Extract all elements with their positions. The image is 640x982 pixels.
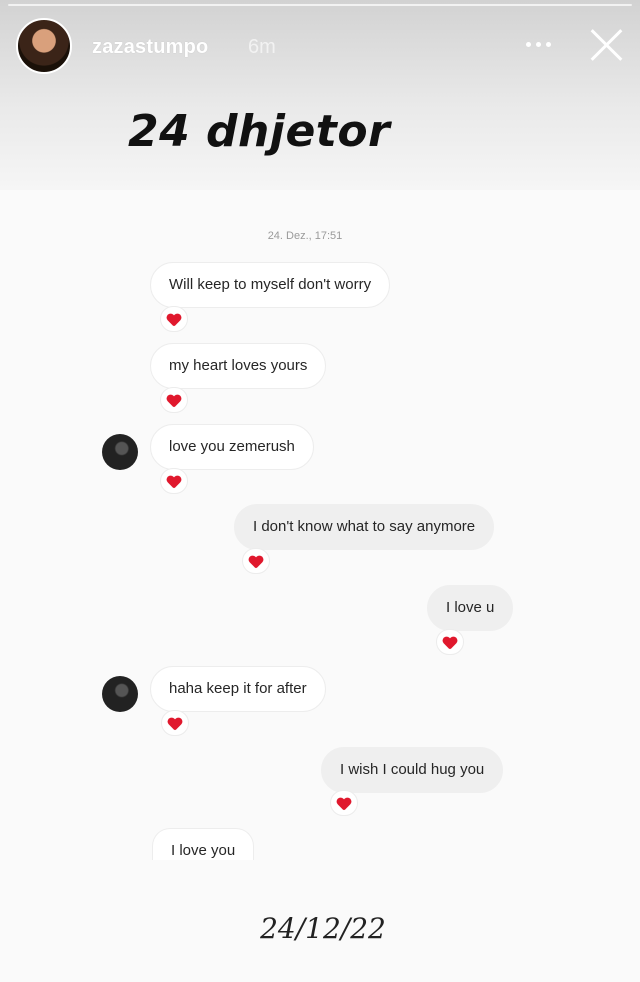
post-time: 6m (248, 36, 276, 58)
heart-icon (160, 306, 188, 332)
message-bubble-sent: I don't know what to say anymore (234, 504, 495, 550)
profile-avatar[interactable] (16, 18, 72, 74)
heart-icon (436, 629, 464, 655)
heart-icon (242, 548, 270, 574)
message-bubble-sent: I love u (427, 585, 514, 631)
heart-icon (161, 710, 189, 736)
close-icon[interactable] (588, 26, 626, 64)
chat-timestamp: 24. Dez., 17:51 (267, 230, 343, 242)
story-title: 24 dhjetor (128, 106, 391, 157)
message-bubble: Will keep to myself don't worry (150, 262, 391, 308)
sender-avatar[interactable] (102, 676, 138, 712)
story-header: zazastumpo 6m (0, 0, 640, 100)
heart-icon (160, 387, 188, 413)
sender-avatar[interactable] (102, 434, 138, 470)
message-bubble: haha keep it for after (150, 666, 326, 712)
message-bubble: love you zemerush (150, 424, 314, 470)
message-bubble-sent: I wish I could hug you (321, 747, 504, 793)
username[interactable]: zazastumpo (92, 36, 208, 59)
message-bubble: I love you (152, 828, 255, 860)
message-bubble: my heart loves yours (150, 343, 327, 389)
story-date-footer: 24/12/22 (260, 912, 386, 945)
story-container: zazastumpo 6m 24 dhjetor 24. Dez., 17:51… (0, 0, 640, 982)
more-options-icon[interactable] (524, 40, 554, 50)
heart-icon (160, 468, 188, 494)
heart-icon (330, 790, 358, 816)
